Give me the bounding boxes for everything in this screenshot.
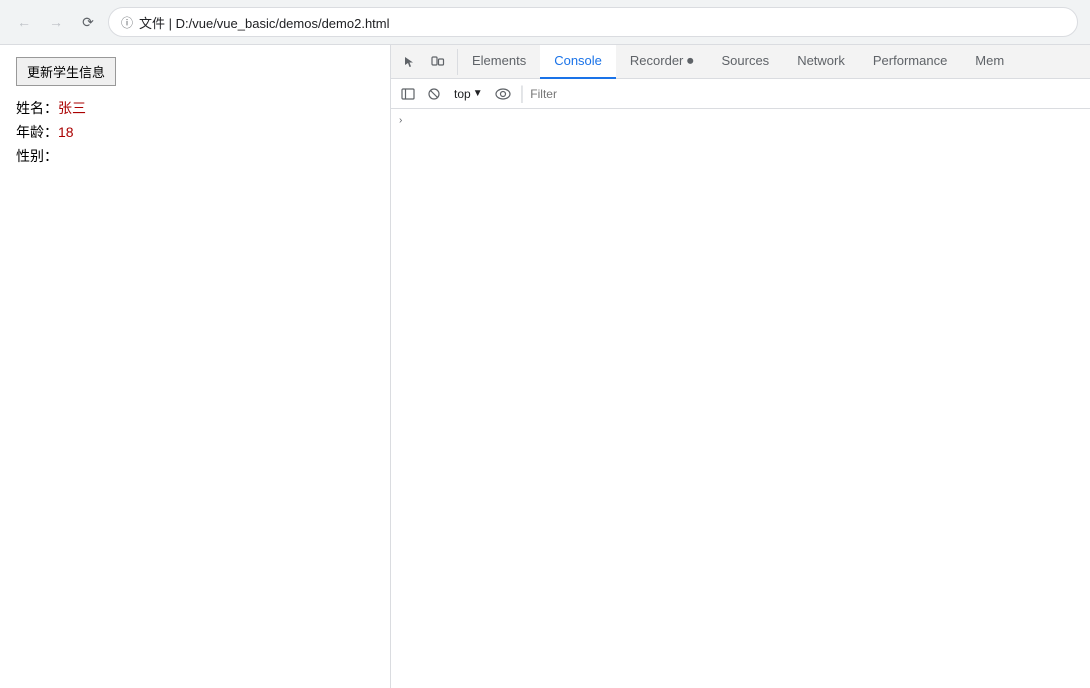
filter-separator: | — [520, 83, 525, 104]
tab-performance[interactable]: Performance — [859, 45, 961, 79]
device-toolbar-button[interactable] — [425, 49, 451, 75]
age-line: 年龄：18 — [16, 122, 374, 142]
name-label: 姓名： — [16, 100, 58, 116]
address-icon: ⓘ — [121, 14, 133, 31]
tab-memory[interactable]: Mem — [961, 45, 1018, 79]
name-value: 张三 — [58, 100, 86, 116]
address-bar[interactable]: ⓘ 文件 | D:/vue/vue_basic/demos/demo2.html — [108, 7, 1078, 37]
tab-elements[interactable]: Elements — [458, 45, 540, 79]
browser-chrome: ← → ⟳ ⓘ 文件 | D:/vue/vue_basic/demos/demo… — [0, 0, 1090, 45]
devtools-toolbar: Elements Console Recorder ⏺ Sources Netw… — [391, 45, 1090, 79]
reload-button[interactable]: ⟳ — [76, 10, 100, 34]
console-toolbar: top ▼ | — [391, 79, 1090, 109]
live-expressions-button[interactable] — [492, 83, 514, 105]
console-sidebar-button[interactable] — [397, 83, 419, 105]
tab-sources[interactable]: Sources — [707, 45, 783, 79]
main-area: 更新学生信息 姓名：张三 年龄：18 性别： — [0, 45, 1090, 688]
top-context-selector[interactable]: top ▼ — [449, 84, 488, 104]
age-value: 18 — [58, 124, 74, 140]
tab-network[interactable]: Network — [783, 45, 859, 79]
tab-console[interactable]: Console — [540, 45, 616, 79]
top-label: top — [454, 87, 471, 101]
update-student-button[interactable]: 更新学生信息 — [16, 57, 116, 86]
console-content: › — [391, 109, 1090, 688]
devtools-tabs: Elements Console Recorder ⏺ Sources Netw… — [458, 45, 1090, 79]
page-content: 更新学生信息 姓名：张三 年龄：18 性别： — [0, 45, 390, 688]
gender-label: 性别： — [16, 148, 58, 164]
address-url: 文件 | D:/vue/vue_basic/demos/demo2.html — [139, 13, 390, 32]
right-arrow-icon: › — [399, 115, 402, 126]
name-line: 姓名：张三 — [16, 98, 374, 118]
devtools-panel: Elements Console Recorder ⏺ Sources Netw… — [390, 45, 1090, 688]
back-button[interactable]: ← — [12, 10, 36, 34]
devtools-icon-group — [391, 49, 458, 75]
forward-button[interactable]: → — [44, 10, 68, 34]
console-filter-input[interactable] — [530, 87, 1084, 101]
tab-recorder[interactable]: Recorder ⏺ — [616, 45, 708, 79]
gender-line: 性别： — [16, 146, 374, 166]
console-expand-arrow[interactable]: › — [391, 113, 1090, 128]
age-label: 年龄： — [16, 124, 58, 140]
browser-toolbar: ← → ⟳ ⓘ 文件 | D:/vue/vue_basic/demos/demo… — [0, 0, 1090, 44]
inspect-element-button[interactable] — [397, 49, 423, 75]
chevron-down-icon: ▼ — [473, 88, 483, 99]
clear-console-button[interactable] — [423, 83, 445, 105]
